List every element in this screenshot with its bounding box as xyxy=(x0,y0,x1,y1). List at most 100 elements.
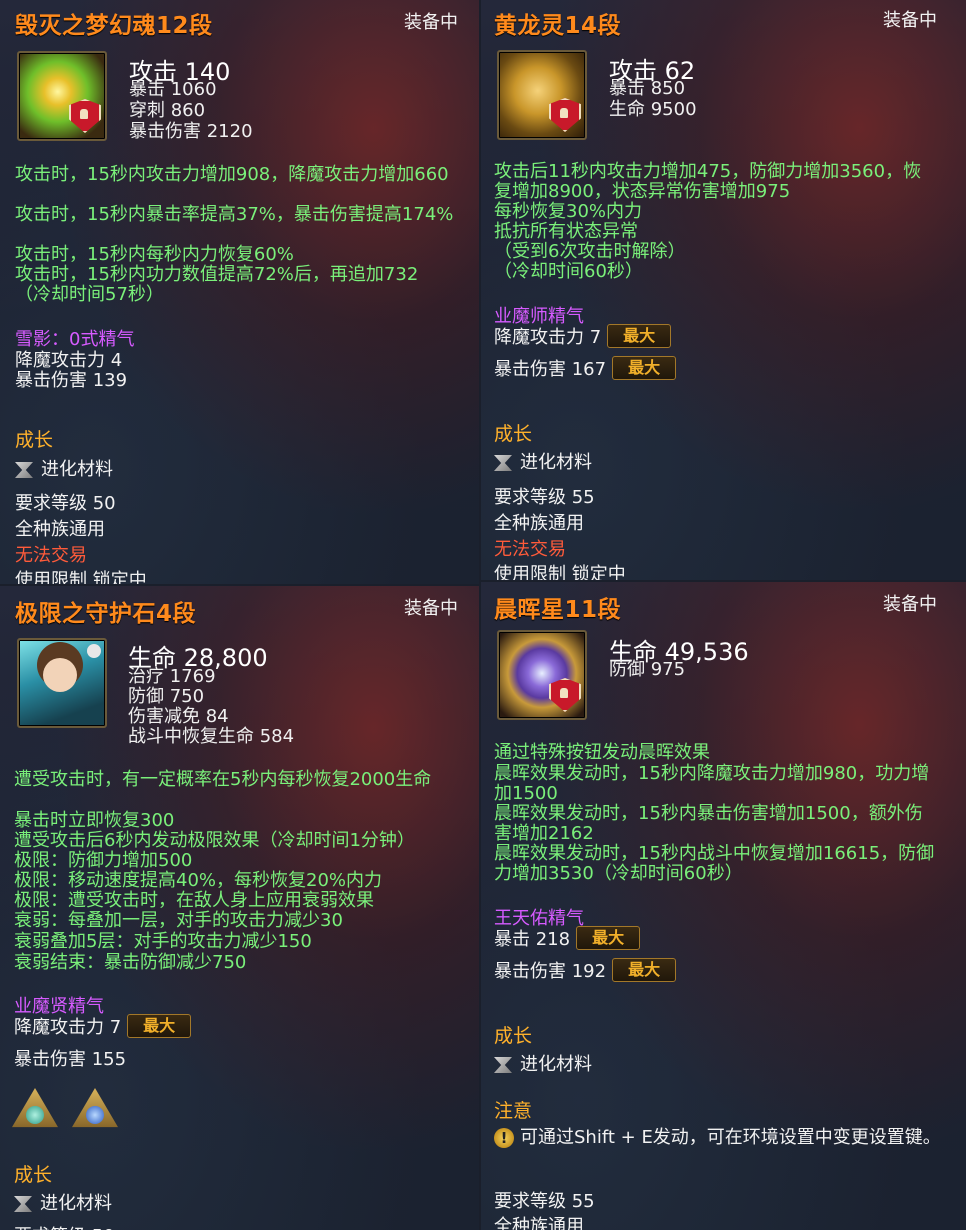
green-orb-soul-icon[interactable] xyxy=(17,51,107,141)
lock-icon xyxy=(69,99,101,133)
growth-heading: 成长 xyxy=(15,429,54,451)
item-title: 极限之守护石4段 xyxy=(15,601,197,627)
spirit-stat: 暴击伤害 155 xyxy=(14,1049,127,1070)
spirit-stat-row: 降魔攻击力 7 最大 xyxy=(14,1013,192,1039)
effect-text: 攻击时，15秒内攻击力增加908，降魔攻击力增加660 xyxy=(15,164,449,185)
spirit-stat: 暴击 218 xyxy=(494,929,571,950)
item-tooltip-yellow-dragon: 黄龙灵14段 装备中 攻击 62 暴击 850 生命 9500 攻击后11秒内攻… xyxy=(481,0,966,580)
sub-stat: 战斗中恢复生命 584 xyxy=(128,726,295,747)
item-title: 晨晖星11段 xyxy=(494,597,622,623)
race-restriction: 全种族通用 xyxy=(15,519,105,540)
effect-text: 晨晖效果发动时，15秒内暴击伤害增加1500，额外伤害增加2162 xyxy=(494,803,923,844)
race-restriction: 全种族通用 xyxy=(494,513,584,534)
effect-text: （冷却时间57秒） xyxy=(15,284,164,305)
spirit-stat: 暴击伤害 167 xyxy=(494,359,607,380)
portrait xyxy=(43,658,77,692)
effect-text: 晨晖效果发动时，15秒内战斗中恢复增加16615，防御力增加3530（冷却时间6… xyxy=(494,843,935,884)
lock-icon xyxy=(549,98,581,132)
spirit-stat: 暴击伤害 192 xyxy=(494,961,607,982)
hourglass-icon xyxy=(494,455,512,471)
effect-text: 遭受攻击后6秒内发动极限效果（冷却时间1分钟） xyxy=(14,830,415,851)
gem-slot-icon[interactable] xyxy=(12,1088,58,1128)
item-tooltip-dream-soul: 毁灭之梦幻魂12段 装备中 攻击 140 暴击 1060 穿刺 860 暴击伤害… xyxy=(0,0,479,584)
effect-text: 极限：遭受攻击时，在敌人身上应用衰弱效果 xyxy=(14,890,374,911)
material-label: 进化材料 xyxy=(520,452,592,473)
item-title: 毁灭之梦幻魂12段 xyxy=(15,13,213,39)
race-restriction: 全种族通用 xyxy=(494,1216,584,1230)
growth-heading: 成长 xyxy=(494,1025,533,1047)
effect-text: 遭受攻击时，有一定概率在5秒内每秒恢复2000生命 xyxy=(14,769,432,790)
spirit-stat-row: 暴击 218 最大 xyxy=(494,925,641,951)
evolution-material[interactable]: 进化材料 xyxy=(15,455,113,481)
equipped-status: 装备中 xyxy=(883,10,937,31)
required-level: 要求等级 50 xyxy=(14,1222,115,1230)
spirit-stat-row: 暴击伤害 167 最大 xyxy=(494,355,677,381)
lock-icon xyxy=(549,678,581,712)
effect-text: （受到6次攻击时解除） xyxy=(494,241,686,262)
sub-stat: 伤害减免 84 xyxy=(128,706,229,727)
max-badge: 最大 xyxy=(127,1014,192,1038)
max-badge: 最大 xyxy=(612,958,677,982)
guardian-girl-stone-icon[interactable] xyxy=(17,638,107,728)
trade-status: 无法交易 xyxy=(494,539,566,560)
item-title: 黄龙灵14段 xyxy=(494,13,622,39)
user-icon xyxy=(87,644,101,658)
trade-status: 无法交易 xyxy=(15,545,87,566)
note-text-block: ! 可通过Shift + E发动，可在环境设置中变更设置键。 xyxy=(494,1124,944,1152)
effect-text: 衰弱叠加5层：对手的攻击力减少150 xyxy=(14,931,312,952)
hourglass-icon xyxy=(494,1057,512,1073)
max-badge: 最大 xyxy=(612,356,677,380)
max-badge: 最大 xyxy=(607,324,672,348)
sub-stat: 暴击 850 xyxy=(609,78,686,99)
sub-stat: 暴击伤害 2120 xyxy=(129,121,253,142)
equipped-status: 装备中 xyxy=(404,12,458,33)
equipped-status: 装备中 xyxy=(883,594,937,615)
sub-stat: 生命 9500 xyxy=(609,99,697,120)
effect-text: 极限：移动速度提高40%，每秒恢复20%内力 xyxy=(14,870,383,891)
usage-restriction: 使用限制 锁定中 xyxy=(494,564,626,580)
note-heading: 注意 xyxy=(494,1100,533,1122)
evolution-material[interactable]: 进化材料 xyxy=(494,448,592,474)
required-level: 要求等级 55 xyxy=(494,1191,595,1212)
spirit-stat-row: 降魔攻击力 7 最大 xyxy=(494,323,672,349)
material-label: 进化材料 xyxy=(41,459,113,480)
note-text: 可通过Shift + E发动，可在环境设置中变更设置键。 xyxy=(520,1127,941,1148)
evolution-material[interactable]: 进化材料 xyxy=(14,1189,112,1215)
effect-text: 攻击时，15秒内暴击率提高37%，暴击伤害提高174% xyxy=(15,204,454,225)
equipped-status: 装备中 xyxy=(404,598,458,619)
effect-text: 攻击后11秒内攻击力增加475，防御力增加3560，恢复增加8900，状态异常伤… xyxy=(494,161,922,202)
material-label: 进化材料 xyxy=(40,1193,112,1214)
sub-stat: 暴击 1060 xyxy=(129,79,217,100)
gem-slot-icon[interactable] xyxy=(72,1088,118,1128)
warning-icon: ! xyxy=(494,1128,514,1148)
effect-text: 极限：防御力增加500 xyxy=(14,850,193,871)
spirit-stat: 降魔攻击力 7 xyxy=(14,1017,122,1038)
star-medallion-icon[interactable] xyxy=(497,630,587,720)
item-tooltip-guardian-stone: 极限之守护石4段 装备中 生命 28,800 治疗 1769 防御 750 伤害… xyxy=(0,586,479,1230)
effect-text: 衰弱：每叠加一层，对手的攻击力减少30 xyxy=(14,910,343,931)
spirit-stat: 降魔攻击力 7 xyxy=(494,327,602,348)
hourglass-icon xyxy=(14,1196,32,1212)
golden-dragon-icon[interactable] xyxy=(497,50,587,140)
effect-text: 攻击时，15秒内每秒内力恢复60% xyxy=(15,244,294,265)
effect-text: 衰弱结束：暴击防御减少750 xyxy=(14,952,247,973)
required-level: 要求等级 50 xyxy=(15,493,116,514)
spirit-stat: 暴击伤害 139 xyxy=(15,370,128,391)
sub-stat: 治疗 1769 xyxy=(128,666,216,687)
effect-text: 晨晖效果发动时，15秒内降魔攻击力增加980，功力增加1500 xyxy=(494,763,930,804)
required-level: 要求等级 55 xyxy=(494,487,595,508)
growth-heading: 成长 xyxy=(494,423,533,445)
effect-text: 暴击时立即恢复300 xyxy=(14,810,175,831)
effect-text: 每秒恢复30%内力 xyxy=(494,201,643,222)
effect-text: 抵抗所有状态异常 xyxy=(494,221,638,242)
effect-text: 攻击时，15秒内功力数值提高72%后，再追加732 xyxy=(15,264,419,285)
sub-stat: 防御 975 xyxy=(609,659,686,680)
max-badge: 最大 xyxy=(576,926,641,950)
evolution-material[interactable]: 进化材料 xyxy=(494,1050,592,1076)
growth-heading: 成长 xyxy=(14,1164,53,1186)
sub-stat: 防御 750 xyxy=(128,686,205,707)
usage-restriction: 使用限制 锁定中 xyxy=(15,570,147,584)
sub-stat: 穿刺 860 xyxy=(129,100,206,121)
material-label: 进化材料 xyxy=(520,1054,592,1075)
spirit-stat-row: 暴击伤害 192 最大 xyxy=(494,957,677,983)
